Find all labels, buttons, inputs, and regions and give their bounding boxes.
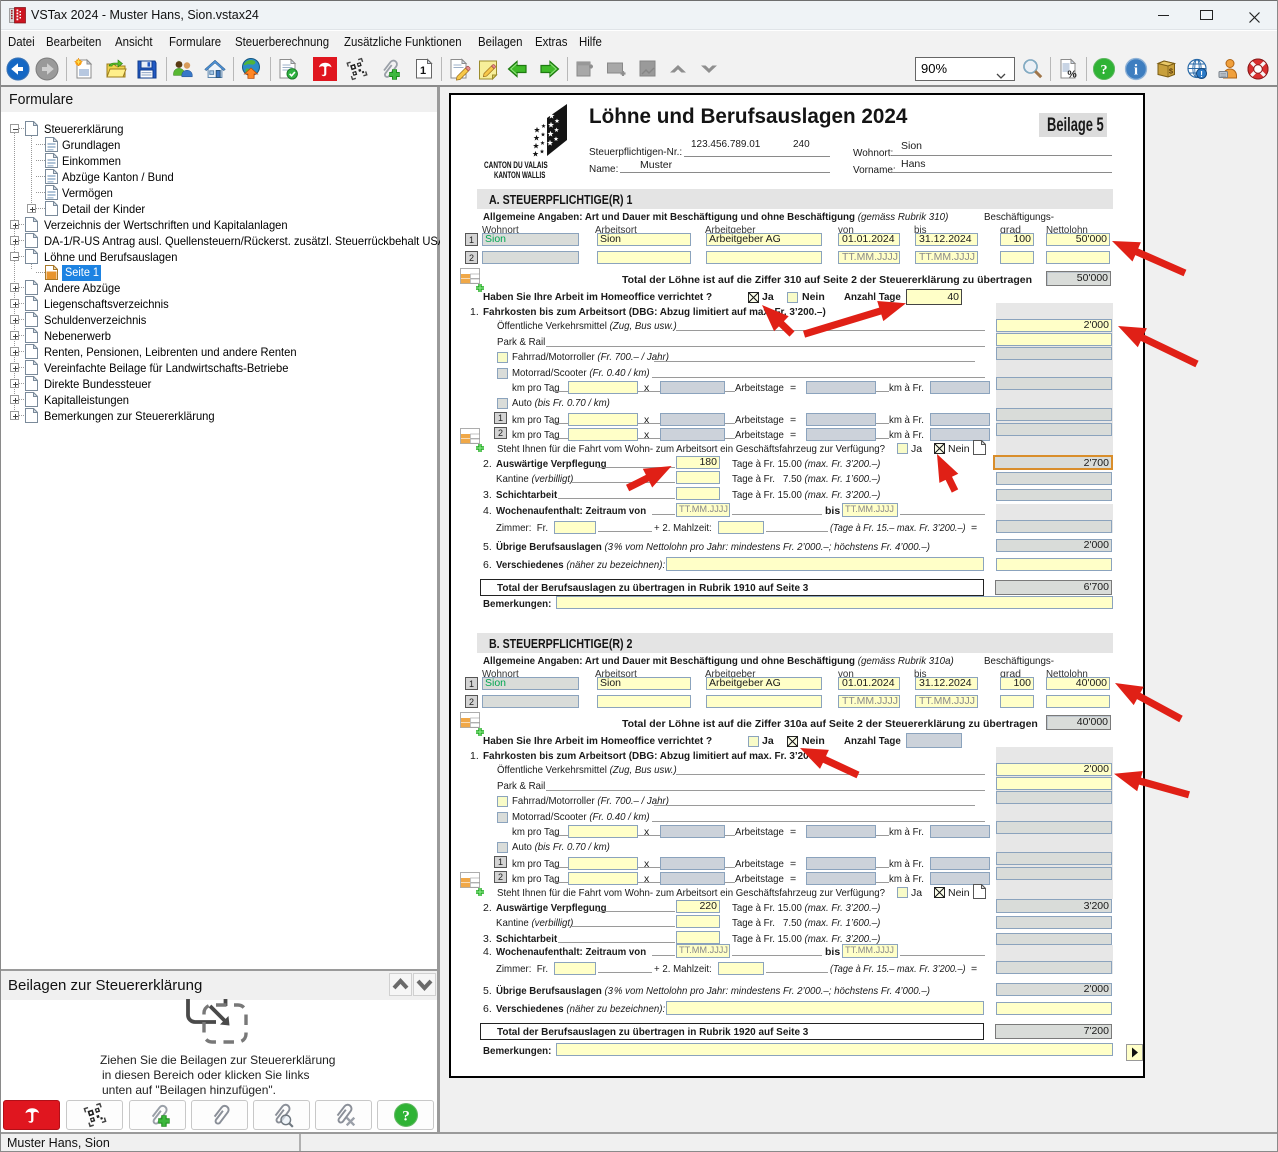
svg-text:1: 1 xyxy=(420,65,426,77)
svg-text:%: % xyxy=(1067,69,1077,81)
svg-text:!: ! xyxy=(1200,69,1203,79)
svg-text:?: ? xyxy=(1101,63,1108,78)
svg-text:?: ? xyxy=(402,1107,410,1124)
svg-text:i: i xyxy=(1134,63,1138,79)
